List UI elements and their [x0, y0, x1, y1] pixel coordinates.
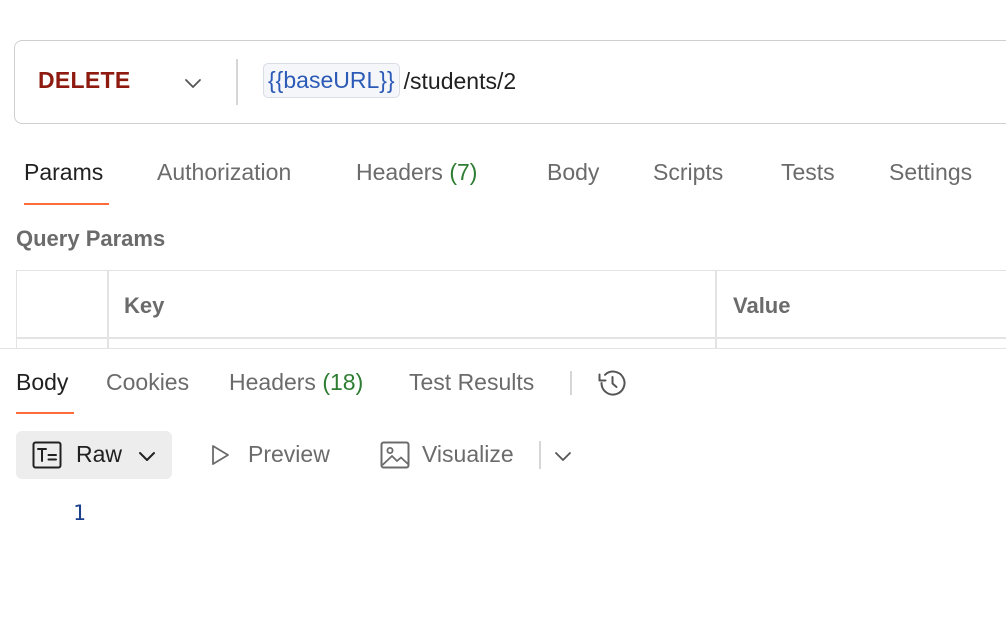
response-tab-cookies[interactable]: Cookies — [106, 369, 189, 396]
response-active-tab-indicator — [16, 412, 74, 414]
response-tab-cookies-label: Cookies — [106, 369, 190, 395]
tab-headers-label: Headers — [356, 159, 443, 185]
line-number: 1 — [73, 501, 86, 525]
method-selector[interactable]: DELETE — [38, 67, 131, 94]
tab-body[interactable]: Body — [547, 159, 599, 186]
tab-settings-label: Settings — [889, 159, 973, 185]
text-format-icon — [32, 441, 62, 469]
table-column-divider — [107, 271, 109, 351]
url-input[interactable]: {{baseURL}} /students/2 — [263, 63, 516, 98]
chevron-down-icon[interactable] — [552, 445, 574, 467]
tab-body-label: Body — [547, 159, 600, 185]
tab-scripts[interactable]: Scripts — [653, 159, 723, 186]
response-tab-headers-label: Headers — [229, 369, 316, 395]
url-variable[interactable]: {{baseURL}} — [263, 63, 400, 98]
query-params-title: Query Params — [16, 226, 166, 251]
tab-headers[interactable]: Headers (7) — [356, 159, 477, 186]
response-pane: Body Cookies Headers (18) Test Results R… — [0, 348, 1006, 626]
active-tab-indicator — [24, 203, 109, 205]
raw-format-button[interactable]: Raw — [16, 431, 172, 479]
response-tab-headers[interactable]: Headers (18) — [229, 369, 363, 396]
tab-authorization-label: Authorization — [157, 159, 292, 185]
column-header-value: Value — [733, 293, 791, 318]
response-tab-body[interactable]: Body — [16, 369, 68, 396]
play-triangle-icon — [212, 445, 229, 465]
query-params-table: Key Value — [16, 270, 1006, 351]
tab-tests[interactable]: Tests — [781, 159, 835, 186]
preview-button[interactable]: Preview — [206, 431, 356, 479]
response-tab-test-results[interactable]: Test Results — [409, 369, 534, 396]
response-tab-headers-count: (18) — [322, 369, 364, 395]
response-tab-test-results-label: Test Results — [409, 369, 535, 395]
visualize-divider — [539, 441, 541, 469]
tab-settings[interactable]: Settings — [889, 159, 972, 186]
visualize-button[interactable]: Visualize — [378, 431, 538, 479]
image-icon — [380, 441, 410, 469]
raw-format-label: Raw — [76, 441, 123, 467]
preview-label: Preview — [248, 441, 330, 467]
tab-authorization[interactable]: Authorization — [157, 159, 291, 186]
chevron-down-icon[interactable] — [181, 71, 205, 95]
tab-tests-label: Tests — [781, 159, 835, 185]
table-column-divider — [715, 271, 717, 351]
url-divider — [236, 59, 238, 105]
visualize-label: Visualize — [422, 441, 514, 467]
url-path: /students/2 — [403, 67, 517, 94]
tab-params-label: Params — [24, 159, 104, 185]
tab-headers-count: (7) — [449, 159, 478, 185]
history-icon[interactable] — [595, 367, 629, 399]
table-row-divider — [17, 337, 1006, 339]
response-tab-body-label: Body — [16, 369, 69, 395]
url-bar: DELETE {{baseURL}} /students/2 — [14, 40, 1006, 124]
chevron-down-icon — [139, 452, 155, 461]
response-tabs-divider — [570, 371, 572, 395]
column-header-key: Key — [124, 293, 165, 318]
tab-params[interactable]: Params — [24, 159, 103, 186]
tab-scripts-label: Scripts — [653, 159, 724, 185]
